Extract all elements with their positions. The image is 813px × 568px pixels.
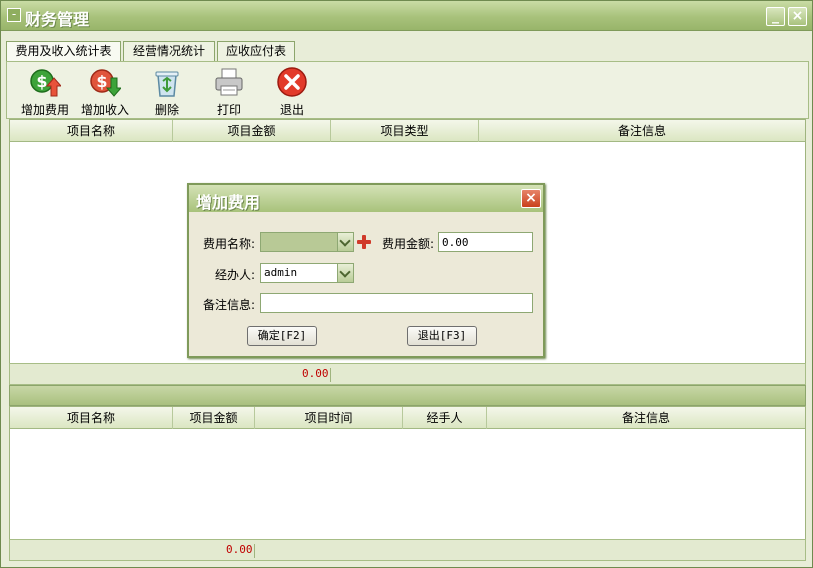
- toolbar: $ 增加费用 $ 增加收入 删除 打印 退出: [6, 61, 809, 119]
- close-button[interactable]: ×: [788, 7, 807, 26]
- dialog-title-bar[interactable]: 增加费用 ×: [189, 185, 543, 212]
- printer-icon: [215, 68, 243, 96]
- detail-table[interactable]: 项目名称 项目金额 项目时间 经手人 备注信息: [9, 406, 806, 541]
- money-add-icon: $: [30, 69, 61, 97]
- svg-text:$: $: [96, 72, 107, 91]
- column-header-handler[interactable]: 经手人: [403, 407, 487, 429]
- chevron-down-icon[interactable]: [337, 233, 353, 251]
- column-header-remark[interactable]: 备注信息: [487, 407, 805, 429]
- tab-business-stats[interactable]: 经营情况统计: [123, 41, 215, 61]
- tab-receivable-payable[interactable]: 应收应付表: [217, 41, 295, 61]
- amount-input[interactable]: [438, 232, 533, 252]
- money-receive-icon: $: [90, 69, 121, 97]
- section-splitter[interactable]: [9, 385, 806, 406]
- add-expense-button[interactable]: $ 增加费用: [15, 66, 75, 118]
- main-window: - 财务管理 _ × 费用及收入统计表 经营情况统计 应收应付表 $ 增加费用 …: [0, 0, 813, 568]
- exit-icon: [277, 67, 307, 97]
- minimize-button[interactable]: _: [766, 7, 785, 26]
- table-header: 项目名称 项目金额 项目时间 经手人 备注信息: [10, 407, 805, 429]
- total-divider: [254, 544, 255, 558]
- title-bar[interactable]: - 财务管理 _ ×: [1, 1, 812, 31]
- dialog-exit-button[interactable]: 退出[F3]: [407, 326, 477, 346]
- remark-label: 备注信息:: [203, 298, 256, 312]
- window-menu-icon[interactable]: -: [7, 8, 21, 22]
- column-header-item-amount[interactable]: 项目金额: [173, 120, 331, 142]
- delete-label: 删除: [154, 103, 179, 117]
- table-header: 项目名称 项目金额 项目类型 备注信息: [10, 120, 805, 142]
- exit-button[interactable]: 退出: [262, 66, 322, 118]
- column-header-item-type[interactable]: 项目类型: [331, 120, 479, 142]
- add-income-label: 增加收入: [80, 103, 129, 117]
- dialog-title: 增加费用: [196, 193, 261, 212]
- svg-text:$: $: [36, 72, 47, 91]
- table-total-bar: 0.00: [9, 363, 806, 385]
- remark-input[interactable]: [260, 293, 533, 313]
- column-header-remark[interactable]: 备注信息: [479, 120, 805, 142]
- column-header-item-name[interactable]: 项目名称: [10, 120, 173, 142]
- confirm-button[interactable]: 确定[F2]: [247, 326, 317, 346]
- tab-expense-income[interactable]: 费用及收入统计表: [6, 41, 121, 62]
- detail-total-bar: 0.00: [9, 539, 806, 561]
- handler-select[interactable]: admin: [260, 263, 354, 283]
- expense-name-select[interactable]: [260, 232, 354, 252]
- chevron-down-icon[interactable]: [337, 264, 353, 282]
- add-expense-type-icon[interactable]: [357, 235, 371, 249]
- print-label: 打印: [216, 103, 241, 117]
- add-income-button[interactable]: $ 增加收入: [75, 66, 135, 118]
- handler-label: 经办人:: [215, 268, 256, 282]
- dialog-body: 费用名称: 费用金额: 经办人: admin 备注信息: 确定[F2] 退出[F…: [189, 212, 543, 356]
- add-expense-label: 增加费用: [20, 103, 69, 117]
- expense-name-label: 费用名称:: [203, 237, 256, 251]
- add-expense-dialog: 增加费用 × 费用名称: 费用金额: 经办人: admin 备注信息: 确定[F…: [187, 183, 545, 358]
- print-button[interactable]: 打印: [199, 66, 259, 118]
- column-header-item-name[interactable]: 项目名称: [10, 407, 173, 429]
- dialog-close-button[interactable]: ×: [521, 189, 541, 208]
- window-title: 财务管理: [25, 10, 90, 29]
- total-divider: [330, 368, 331, 382]
- detail-total-amount: 0.00: [226, 543, 253, 556]
- exit-label: 退出: [279, 103, 304, 117]
- delete-button[interactable]: 删除: [137, 66, 197, 118]
- recycle-bin-icon: [155, 71, 179, 97]
- column-header-item-time[interactable]: 项目时间: [255, 407, 403, 429]
- total-amount: 0.00: [302, 367, 329, 380]
- handler-value: admin: [264, 266, 298, 279]
- amount-label: 费用金额:: [382, 237, 435, 251]
- column-header-item-amount[interactable]: 项目金额: [173, 407, 255, 429]
